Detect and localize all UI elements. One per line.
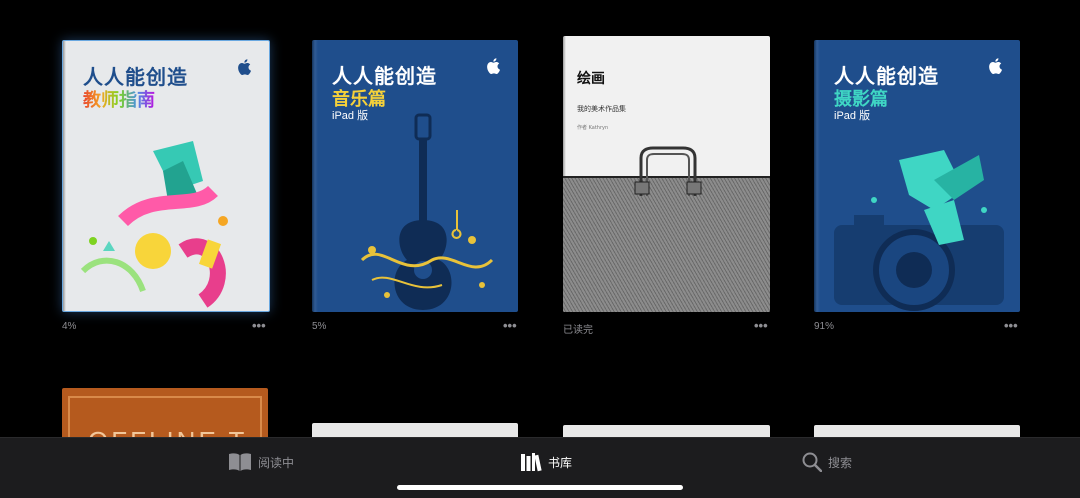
library-books-icon: [521, 453, 542, 472]
search-icon: [802, 452, 822, 472]
book-cover-photography[interactable]: 人人能创造 摄影篇 iPad 版: [814, 40, 1020, 312]
tab-reading-now[interactable]: 阅读中: [228, 452, 294, 472]
home-indicator[interactable]: [397, 485, 683, 490]
book-cover-drawing[interactable]: 绘画 我的美术作品集 作者 Kathryn: [563, 36, 770, 312]
more-button[interactable]: •••: [754, 318, 768, 333]
apple-logo-icon: [238, 59, 251, 75]
apple-logo-icon: [989, 58, 1002, 74]
open-book-icon: [229, 453, 251, 471]
more-button[interactable]: •••: [503, 318, 517, 333]
book-progress: 已读完: [563, 325, 593, 336]
book-title: 绘画: [577, 71, 605, 87]
tab-label: 书库: [548, 455, 573, 470]
more-button[interactable]: •••: [252, 318, 266, 333]
tab-label: 阅读中: [258, 455, 295, 470]
guitar-illustration: [360, 113, 494, 310]
book-author: 作者 Kathryn: [577, 125, 609, 131]
book-progress: 5%: [312, 321, 327, 332]
book-cover-music[interactable]: 人人能创造 音乐篇 iPad 版: [312, 40, 518, 312]
book-subtitle: 我的美术作品集: [577, 105, 626, 113]
book-cover-teacher-guide[interactable]: 人人能创造 教师指南: [62, 40, 270, 312]
apple-logo-icon: [487, 58, 500, 74]
bag-handle-illustration: [634, 146, 702, 196]
more-button[interactable]: •••: [1004, 318, 1018, 333]
tab-library[interactable]: 书库: [520, 452, 572, 472]
book-progress: 91%: [814, 321, 835, 332]
tab-label: 搜索: [828, 455, 853, 470]
book-progress: 4%: [62, 321, 77, 332]
camera-illustration: [834, 150, 1004, 311]
book-subtitle: 教师指南: [83, 86, 155, 112]
cover-illustration: [80, 141, 228, 308]
tab-search[interactable]: 搜索: [802, 452, 852, 472]
book-edition: iPad 版: [834, 110, 871, 122]
